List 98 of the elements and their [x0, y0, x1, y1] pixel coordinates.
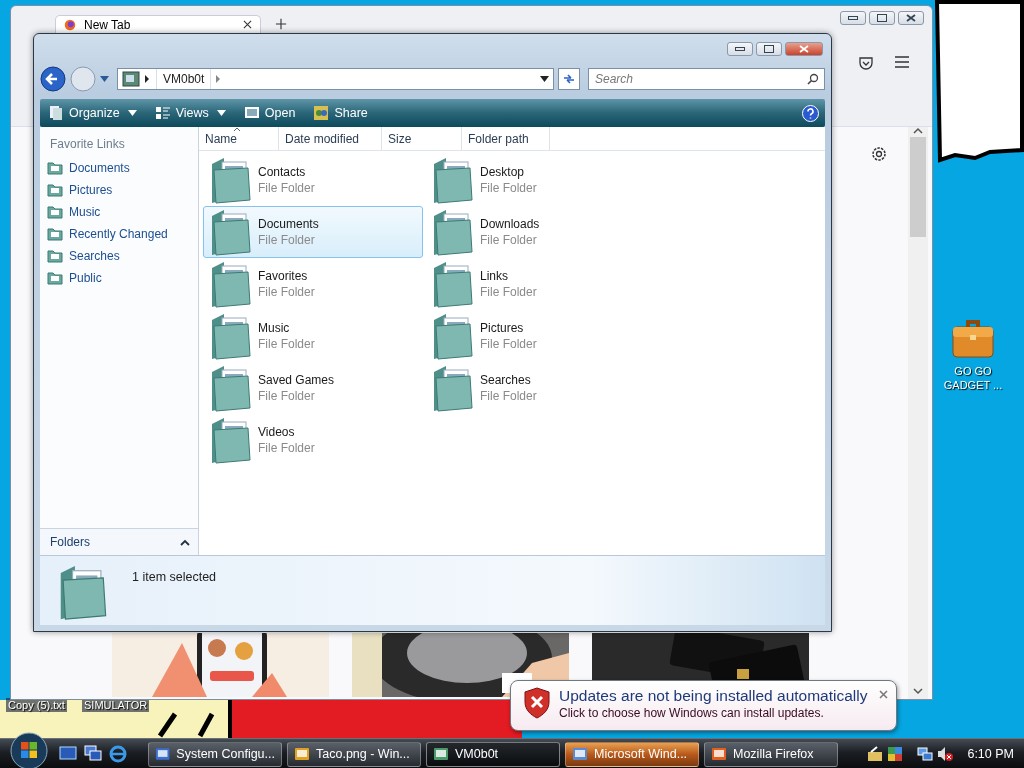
folder-item[interactable]: Desktop File Folder	[425, 154, 645, 206]
caret-icon[interactable]	[180, 538, 190, 546]
folder-item[interactable]: Music File Folder	[203, 310, 423, 362]
sidebar-item[interactable]: Searches	[40, 245, 198, 267]
status-text: 1 item selected	[132, 570, 217, 584]
minimize-icon[interactable]	[848, 16, 858, 20]
dropdown-icon[interactable]	[540, 76, 549, 82]
clock[interactable]: 6:10 PM	[967, 747, 1014, 761]
folder-item[interactable]: Saved Games File Folder	[203, 362, 423, 414]
search-icon[interactable]	[807, 73, 819, 85]
folder-icon	[47, 160, 63, 176]
folder-item[interactable]: Pictures File Folder	[425, 310, 645, 362]
taskbar-button[interactable]: VM0b0t	[426, 741, 560, 767]
organize-icon[interactable]	[48, 105, 64, 121]
address-bar[interactable]: VM0b0t	[117, 68, 554, 90]
maximize-button[interactable]	[869, 11, 895, 25]
taskbar-button[interactable]: System Configu...	[148, 741, 282, 767]
folder-item[interactable]: Downloads File Folder	[425, 206, 645, 258]
folder-item[interactable]: Links File Folder	[425, 258, 645, 310]
breadcrumb-item[interactable]: VM0b0t	[156, 69, 212, 89]
minimize-button[interactable]	[840, 11, 866, 25]
desktop-icon[interactable]	[59, 745, 77, 761]
network-icon[interactable]	[917, 746, 934, 762]
taskbar-button[interactable]: Taco.png - Win...	[287, 741, 421, 767]
folder-icon	[47, 248, 63, 264]
toolbar-button[interactable]: Share	[311, 103, 370, 123]
folder-icon	[47, 182, 63, 198]
update-icon[interactable]	[867, 746, 884, 762]
browser-tab[interactable]: New Tab	[55, 15, 261, 33]
ink-stroke	[157, 712, 178, 738]
caret-icon[interactable]	[216, 110, 226, 116]
toolbar-button[interactable]: Views	[152, 103, 228, 123]
folder-item[interactable]: Videos File Folder	[203, 414, 423, 466]
close-button[interactable]	[785, 42, 823, 56]
column-header[interactable]: Folder path	[462, 127, 550, 150]
window-icon[interactable]	[243, 105, 260, 121]
folder-item[interactable]: Searches File Folder	[425, 362, 645, 414]
back-button[interactable]	[40, 66, 66, 92]
firefox-icon	[64, 18, 76, 31]
sidebar-item[interactable]: Documents	[40, 157, 198, 179]
minimize-button[interactable]	[727, 42, 753, 56]
window-icon	[433, 746, 449, 762]
scroll-up-icon[interactable]	[913, 127, 923, 135]
computer-icon	[122, 71, 140, 87]
help-icon[interactable]	[802, 104, 819, 122]
sidebar-heading: Favorite Links	[49, 136, 126, 153]
windows-icon[interactable]	[84, 745, 102, 761]
views-icon[interactable]	[154, 105, 171, 121]
folder-item[interactable]: Contacts File Folder	[203, 154, 423, 206]
tab-title: New Tab	[84, 17, 132, 32]
muted-speaker-icon[interactable]	[937, 746, 954, 762]
folder-item[interactable]: Documents File Folder	[203, 206, 423, 258]
search-field[interactable]: Search	[588, 68, 825, 90]
window-icon	[294, 746, 310, 762]
sidebar-item[interactable]: Recently Changed	[40, 223, 198, 245]
pocket-icon[interactable]	[858, 55, 874, 71]
window-icon	[711, 746, 727, 762]
scrollbar-thumb[interactable]	[910, 137, 926, 237]
column-header[interactable]: Size	[382, 127, 462, 150]
sidebar-item[interactable]: Music	[40, 201, 198, 223]
notification-title: Updates are not being installed automatically	[559, 687, 868, 705]
minimize-icon[interactable]	[735, 47, 745, 51]
folder-icon	[47, 226, 63, 242]
share-icon[interactable]	[313, 105, 330, 121]
column-header[interactable]: Name	[199, 127, 279, 150]
taskbar-button[interactable]: Microsoft Wind...	[565, 741, 699, 767]
scroll-down-icon[interactable]	[913, 687, 923, 695]
column-header[interactable]: Date modified	[279, 127, 382, 150]
close-icon[interactable]	[906, 14, 916, 22]
browser-icon[interactable]	[109, 745, 127, 763]
folders-bar[interactable]: Folders	[40, 528, 198, 555]
menu-icon[interactable]	[894, 55, 910, 69]
sidebar-item[interactable]: Public	[40, 267, 198, 289]
toolbar-button[interactable]: Open	[241, 103, 298, 123]
notification-message: Click to choose how Windows can install updates.	[559, 706, 825, 720]
ink-stroke	[197, 712, 215, 738]
maximize-icon[interactable]	[764, 45, 774, 53]
folder-icon	[47, 270, 63, 286]
folder-item[interactable]: Favorites File Folder	[203, 258, 423, 310]
new-tab-icon[interactable]	[275, 18, 287, 30]
taskbar-button[interactable]: Mozilla Firefox	[704, 741, 838, 767]
chevron-icon[interactable]	[144, 75, 150, 83]
toolbar-button[interactable]: Organize	[46, 103, 139, 123]
close-icon[interactable]	[243, 20, 252, 29]
shield-icon	[523, 687, 551, 719]
maximize-button[interactable]	[756, 42, 782, 56]
caret-icon[interactable]	[127, 110, 137, 116]
notification-balloon[interactable]: Updates are not being installed automatically Click to choose how Windows can install updates.	[510, 680, 897, 731]
window-icon	[155, 746, 171, 762]
maximize-icon[interactable]	[877, 14, 887, 22]
settings-icon[interactable]	[870, 145, 888, 163]
window-icon	[572, 746, 588, 762]
windows-icon[interactable]	[887, 746, 904, 762]
sidebar-item[interactable]: Pictures	[40, 179, 198, 201]
folders-label: Folders	[50, 535, 90, 549]
folder-icon	[47, 204, 63, 220]
close-button[interactable]	[898, 11, 924, 25]
start-button[interactable]	[10, 732, 48, 768]
